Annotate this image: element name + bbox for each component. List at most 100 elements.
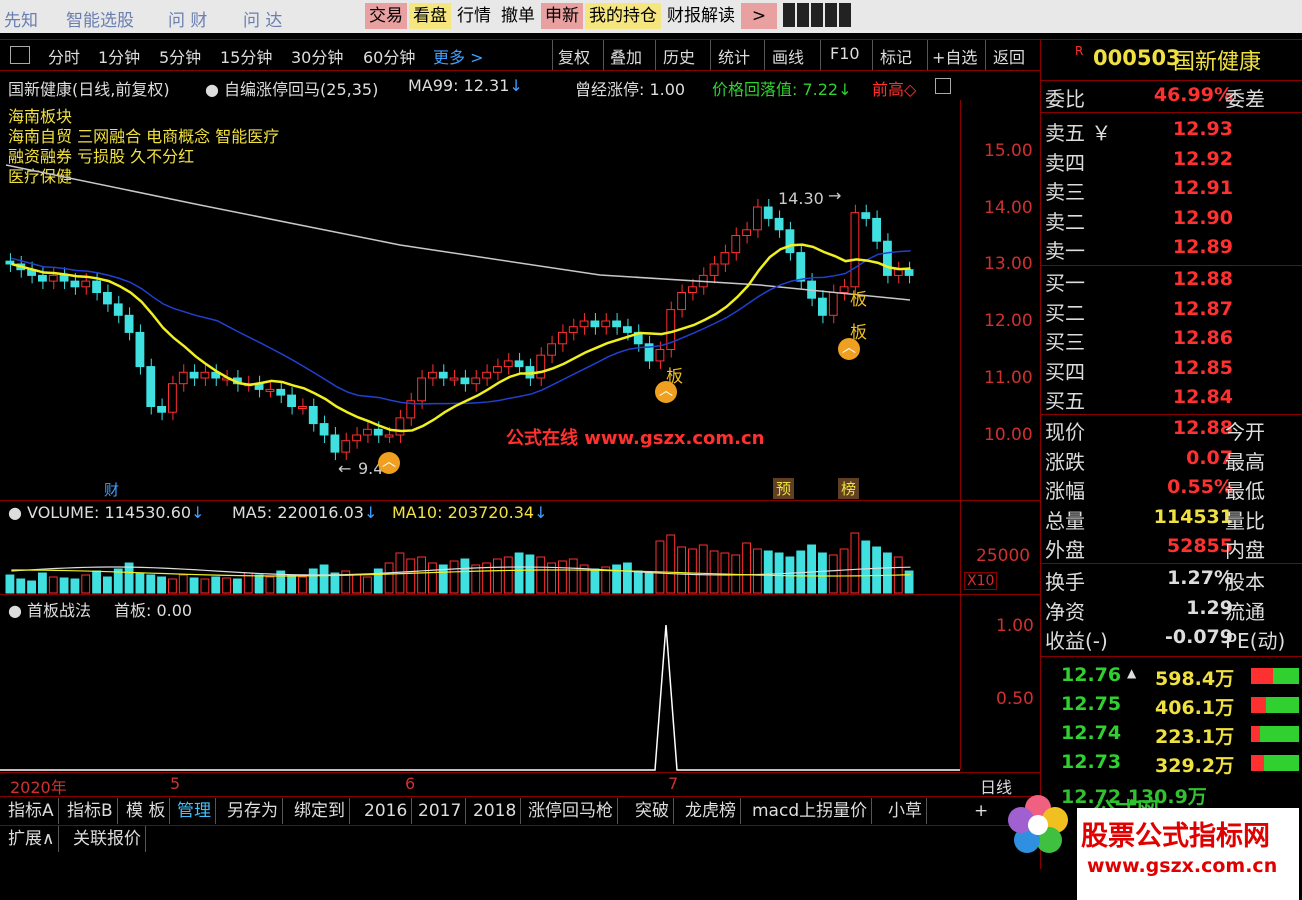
candle-body: [417, 377, 426, 402]
add-watchlist-button[interactable]: +自选: [932, 44, 977, 68]
tab-limit-pullback[interactable]: 涨停回马枪: [524, 798, 618, 824]
volume-bar: [298, 576, 307, 594]
volume-label: ● VOLUME: 114530.60↓: [8, 503, 205, 522]
holdings-button[interactable]: 我的持仓: [585, 3, 661, 29]
row-value: 12.84: [1172, 386, 1233, 408]
window-icon[interactable]: [935, 78, 951, 94]
ad-banner[interactable]: 股票公式指标网 www.gszx.com.cn: [1077, 808, 1299, 900]
tab-2016[interactable]: 2016: [360, 798, 413, 824]
nav-smart-pick[interactable]: 智能选股: [66, 6, 134, 31]
candle-body: [547, 343, 557, 356]
tab-2018[interactable]: 2018: [469, 798, 522, 824]
volume-bar: [688, 548, 697, 594]
volume-bar: [308, 568, 318, 594]
candle-body: [503, 360, 513, 368]
volume-bar: [514, 552, 524, 594]
period-60min[interactable]: 60分钟: [363, 44, 415, 68]
quote-stat-row: 外盘 52855 内盘: [1041, 533, 1302, 562]
depth-amount: 329.2万: [1155, 755, 1235, 777]
tab-macd[interactable]: macd上拐量价: [748, 798, 873, 824]
volume-bar: [742, 542, 752, 594]
row-right-label: 量比: [1225, 508, 1265, 533]
candle-body: [319, 423, 329, 436]
candle-body: [774, 217, 784, 231]
overlay-button[interactable]: 叠加: [610, 44, 642, 68]
tab-save-as[interactable]: 另存为: [223, 798, 283, 824]
view-button[interactable]: 看盘: [409, 3, 451, 29]
candle-body: [200, 371, 210, 379]
volume-bar: [265, 576, 275, 594]
period-30min[interactable]: 30分钟: [291, 44, 343, 68]
trade-button[interactable]: 交易: [365, 3, 407, 29]
tab-breakout[interactable]: 突破: [631, 798, 674, 824]
row-value: 12.87: [1172, 297, 1233, 320]
period-1min[interactable]: 1分钟: [98, 44, 140, 68]
candle-body: [38, 274, 47, 282]
report-button[interactable]: 财报解读: [663, 3, 739, 29]
volume-bar: [103, 576, 112, 594]
draw-line-button[interactable]: 画线: [772, 44, 804, 68]
volume-bar: [157, 576, 167, 594]
indicator-name[interactable]: ● 自编涨停回马(25,35): [205, 76, 378, 100]
candle-body: [438, 371, 448, 379]
nav-xianzhi[interactable]: 先知: [4, 6, 38, 31]
cancel-order-button[interactable]: 撤单: [497, 3, 539, 29]
tab-dragon-tiger[interactable]: 龙虎榜: [681, 798, 741, 824]
stats-button[interactable]: 统计: [718, 44, 750, 68]
volume-bar: [373, 568, 383, 594]
y-tick: 15.00: [984, 141, 1033, 161]
more-periods-link[interactable]: 更多 >: [433, 44, 484, 68]
volume-bar: [81, 574, 91, 594]
tab-template[interactable]: 模 板: [122, 798, 171, 824]
tab-expand[interactable]: 扩展∧: [4, 826, 60, 852]
finance-marker[interactable]: 财: [104, 479, 119, 500]
more-arrow-button[interactable]: >: [741, 3, 777, 29]
y-tick: 13.00: [984, 254, 1033, 274]
volume-bar: [287, 574, 296, 594]
add-tab-button[interactable]: +: [970, 798, 992, 824]
volume-bar: [644, 572, 654, 594]
time-axis-month: 6: [405, 774, 416, 793]
candle-body: [92, 280, 101, 294]
billboard-marker[interactable]: 榜: [838, 478, 860, 499]
tab-manage[interactable]: 管理: [173, 798, 216, 824]
row-label: 买一: [1045, 271, 1085, 295]
tab-indicator-b[interactable]: 指标B: [63, 798, 118, 824]
mark-button[interactable]: 标记: [880, 44, 912, 68]
market-button[interactable]: 行情: [453, 3, 495, 29]
depth-row: 12.73 329.2万: [1041, 749, 1302, 777]
volume-bar: [677, 546, 687, 594]
row-right-label: 内盘: [1225, 538, 1265, 562]
sidebar-toggle-icon[interactable]: [10, 46, 30, 64]
fuquan-button[interactable]: 复权: [558, 44, 590, 68]
volume-bar: [70, 578, 80, 594]
history-button[interactable]: 历史: [663, 44, 695, 68]
vol-unit: X10: [964, 572, 998, 590]
volume-bar: [774, 552, 784, 594]
tab-indicator-a[interactable]: 指标A: [4, 798, 59, 824]
buy-level-row: 买五 12.84: [1041, 384, 1302, 413]
tab-xiaocao[interactable]: 小草: [884, 798, 927, 824]
nav-wencai[interactable]: 问 财: [168, 6, 207, 31]
tab-bind-to[interactable]: 绑定到: [290, 798, 350, 824]
forecast-marker[interactable]: 预: [773, 478, 795, 499]
period-fenshi[interactable]: 分时: [48, 44, 80, 68]
tab-2017[interactable]: 2017: [414, 798, 467, 824]
depth-price: 12.75: [1061, 693, 1122, 715]
y-tick: 10.00: [984, 425, 1033, 445]
candle-body: [558, 331, 567, 345]
nav-wenda[interactable]: 问 达: [243, 6, 282, 31]
tab-linked-quote[interactable]: 关联报价: [69, 826, 146, 852]
depth-price: 12.73: [1061, 751, 1122, 773]
ind-tick: 0.50: [996, 689, 1034, 709]
candle-body: [59, 274, 69, 282]
candle-body: [536, 354, 546, 379]
volume-bar: [92, 570, 101, 594]
period-5min[interactable]: 5分钟: [159, 44, 201, 68]
f10-button[interactable]: F10: [830, 44, 860, 63]
row-value: 114531: [1153, 505, 1233, 528]
ipo-button[interactable]: 申新: [541, 3, 583, 29]
period-15min[interactable]: 15分钟: [220, 44, 272, 68]
row-label: 总量: [1045, 508, 1085, 533]
back-button[interactable]: 返回: [993, 44, 1025, 68]
